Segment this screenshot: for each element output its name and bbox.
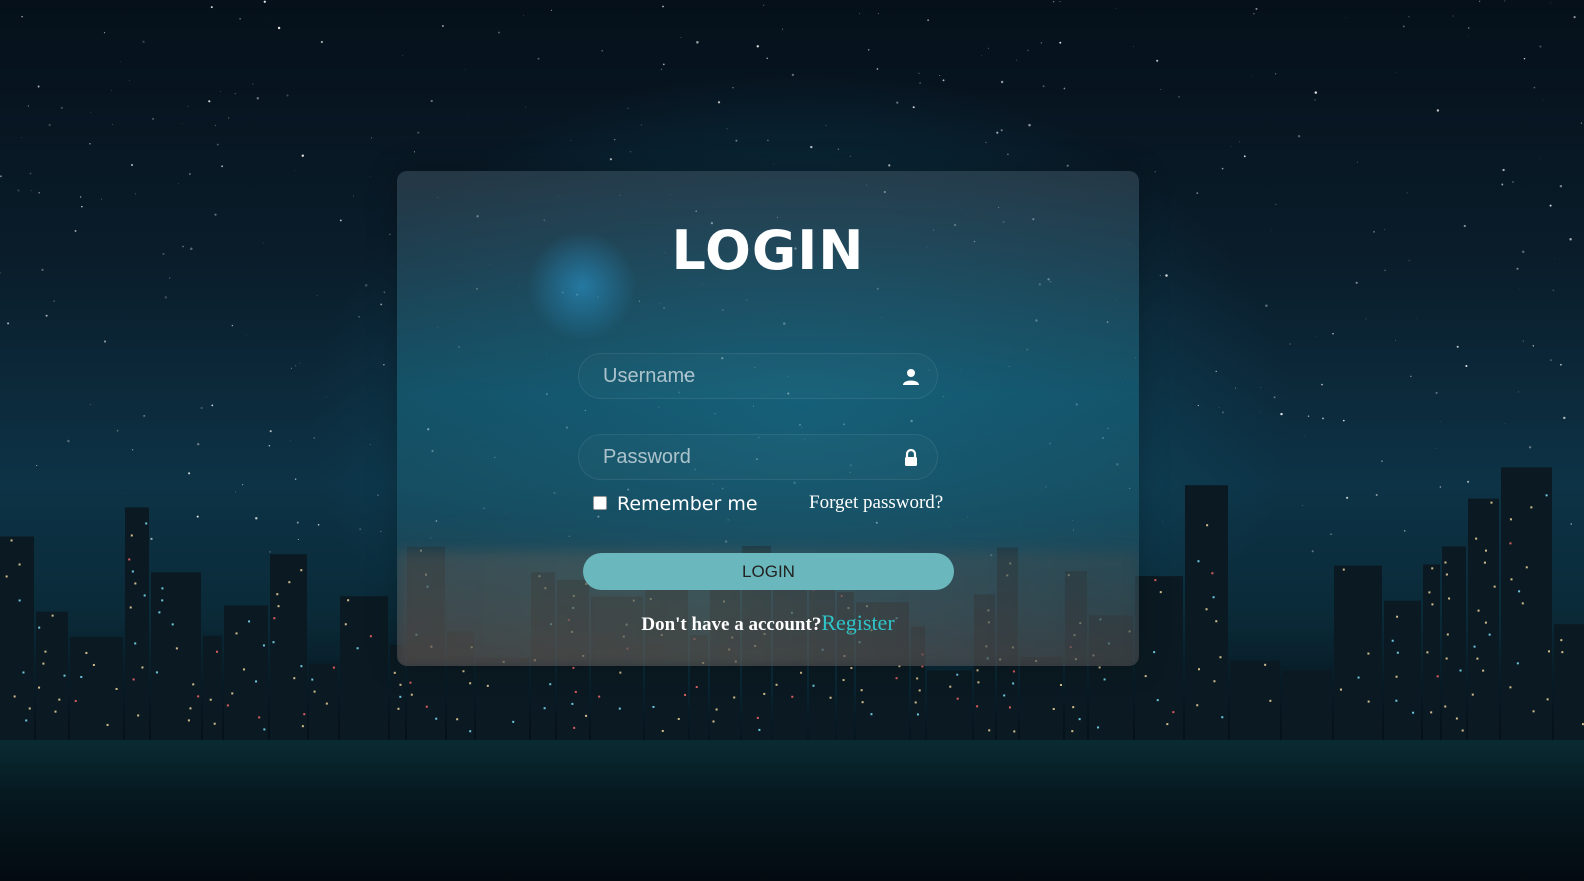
login-button[interactable]: LOGIN (583, 553, 954, 590)
no-account-text: Don't have a account? (641, 614, 822, 635)
remember-me[interactable]: Remember me (593, 493, 758, 515)
remember-label: Remember me (617, 493, 758, 515)
register-link[interactable]: Register (821, 610, 894, 635)
login-card: LOGIN Remember me Forget password? LOGIN… (397, 171, 1139, 666)
username-field[interactable] (578, 353, 938, 399)
password-field[interactable] (578, 434, 938, 480)
user-icon (903, 369, 919, 385)
username-input[interactable] (579, 354, 937, 398)
login-title: LOGIN (671, 219, 865, 282)
register-prompt: Don't have a account?Register (397, 610, 1139, 636)
password-input[interactable] (579, 435, 937, 479)
lock-icon (905, 448, 917, 466)
forgot-password-link[interactable]: Forget password? (809, 492, 943, 514)
river-water (0, 740, 1584, 881)
remember-checkbox[interactable] (593, 496, 607, 510)
